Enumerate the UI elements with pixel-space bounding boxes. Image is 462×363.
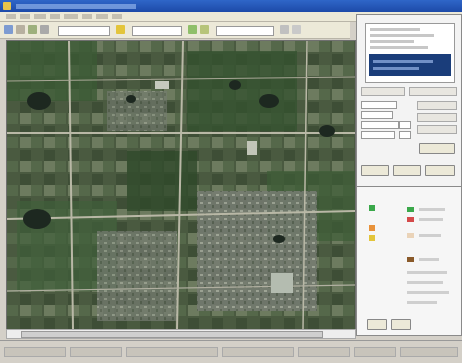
param-field[interactable] [361, 111, 393, 119]
legend-label [407, 271, 447, 274]
list-item[interactable] [370, 28, 420, 31]
select-icon[interactable] [188, 25, 197, 34]
scale-field[interactable] [132, 26, 182, 36]
zoom-out-icon[interactable] [40, 25, 49, 34]
legend-label [407, 281, 443, 284]
option-checkbox[interactable] [417, 113, 457, 122]
layer-field[interactable] [216, 26, 274, 36]
coordinate-field[interactable] [58, 26, 110, 36]
option-checkbox[interactable] [417, 101, 457, 110]
app-icon [3, 2, 11, 10]
window-title [16, 2, 136, 10]
menu-item-1[interactable] [6, 14, 16, 19]
legend-label [419, 234, 441, 237]
action-button-2[interactable] [393, 165, 421, 176]
tool-panel [356, 14, 462, 196]
apply-button[interactable] [419, 143, 455, 154]
window-title-text [16, 4, 136, 9]
legend-button-2[interactable] [391, 319, 411, 330]
param-value[interactable] [399, 121, 411, 129]
status-cell [4, 347, 66, 357]
legend-label [419, 258, 439, 261]
menu-item-2[interactable] [20, 14, 30, 19]
legend-swatch-orange [369, 225, 375, 231]
save-icon[interactable] [16, 25, 25, 34]
legend-swatch-yellow [369, 235, 375, 241]
list-item[interactable] [370, 40, 414, 43]
legend-swatch [407, 217, 414, 222]
map-view[interactable] [6, 40, 356, 330]
param-field[interactable] [361, 121, 399, 129]
legend-swatch [407, 257, 414, 262]
legend-swatch-green [369, 205, 375, 211]
satellite-image [7, 41, 355, 329]
layer-list[interactable] [365, 23, 455, 83]
menu-item-5[interactable] [64, 14, 78, 19]
selected-item-label [373, 60, 433, 63]
status-cell [222, 347, 294, 357]
status-cell [70, 347, 122, 357]
status-cell [126, 347, 218, 357]
title-bar [0, 0, 462, 12]
status-bar [0, 340, 462, 363]
legend-swatch [407, 207, 414, 212]
menu-item-7[interactable] [96, 14, 108, 19]
status-cell [298, 347, 350, 357]
menu-item-6[interactable] [82, 14, 92, 19]
selected-item-sublabel [373, 67, 419, 70]
list-item[interactable] [370, 34, 434, 37]
menu-item-4[interactable] [50, 14, 60, 19]
zoom-in-icon[interactable] [28, 25, 37, 34]
legend-label [419, 218, 443, 221]
map-horizontal-scrollbar[interactable] [6, 329, 356, 339]
selected-list-item[interactable] [369, 54, 451, 76]
action-button-1[interactable] [361, 165, 389, 176]
option-dropdown[interactable] [361, 87, 405, 96]
legend-swatch [407, 233, 414, 238]
refresh-icon[interactable] [292, 25, 301, 34]
menu-item-8[interactable] [112, 14, 122, 19]
status-cell [354, 347, 396, 357]
menu-item-3[interactable] [34, 14, 46, 19]
option-checkbox[interactable] [417, 125, 457, 134]
legend-label [419, 208, 445, 211]
param-field[interactable] [361, 101, 397, 109]
list-item[interactable] [370, 46, 428, 49]
param-field[interactable] [361, 131, 395, 139]
legend-button-1[interactable] [367, 319, 387, 330]
legend-label [407, 291, 449, 294]
legend-panel [356, 186, 462, 336]
layer-icon[interactable] [280, 25, 289, 34]
action-button-3[interactable] [425, 165, 455, 176]
scrollbar-thumb[interactable] [21, 331, 323, 338]
legend-label [407, 301, 437, 304]
measure-icon[interactable] [200, 25, 209, 34]
param-value[interactable] [399, 131, 411, 139]
option-dropdown-2[interactable] [409, 87, 457, 96]
pan-icon[interactable] [116, 25, 125, 34]
open-icon[interactable] [4, 25, 13, 34]
status-cell [400, 347, 458, 357]
toolbar [0, 22, 350, 39]
